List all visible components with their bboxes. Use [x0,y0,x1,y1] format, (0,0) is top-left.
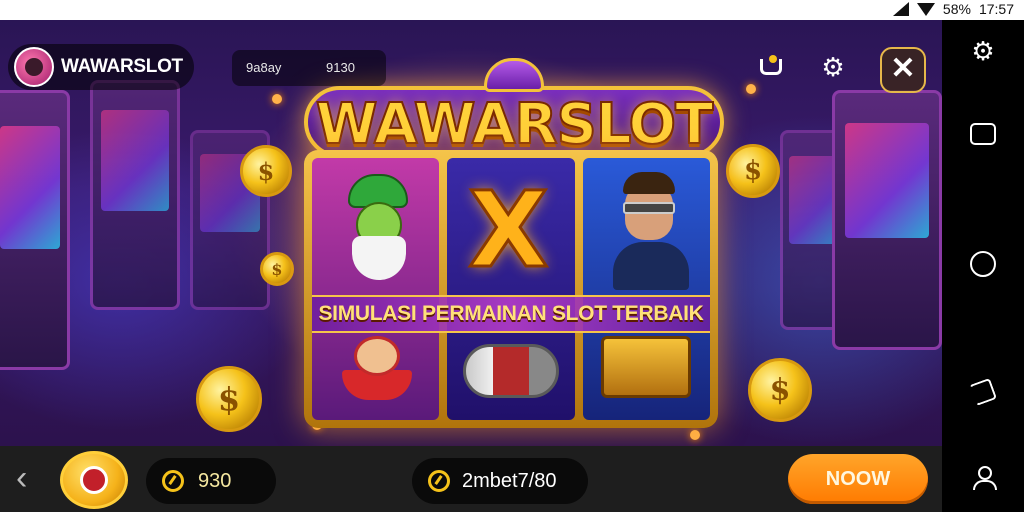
spark [690,430,700,440]
arcade-cabinet [90,80,180,310]
coin-icon: $ [260,252,294,286]
brand-logo-icon [14,47,54,87]
brand-name: WAWARSLOT [61,56,183,77]
logo-gem [484,58,544,92]
nav-account-button[interactable] [969,464,997,492]
elf-icon [342,174,414,284]
info-text-b: 9130 [326,60,355,75]
close-button[interactable]: ✕ [880,47,926,93]
status-bar: 58% 17:57 [0,0,1024,20]
arcade-cabinet [0,90,70,370]
wifi-icon [916,2,935,16]
brand-badge[interactable]: WAWARSLOT [8,44,194,90]
nav-rotate-button[interactable] [968,377,998,407]
logo-text: WAWARSLOT [315,91,715,158]
close-icon: ✕ [890,52,916,85]
clock: 17:57 [978,1,1014,17]
chest-icon [600,336,691,398]
game-logo: WAWARSLOT [304,58,724,160]
person-icon [973,466,997,490]
balance-value: 930 [198,469,232,492]
gauge-icon [428,470,450,492]
bottom-bar: ‹ 930 2mbet7/80 NOOW [0,446,942,512]
man-icon [612,172,689,290]
reel-3 [582,158,710,420]
coin-icon: $ [196,366,262,432]
promo-banner: SIMULASI PERMAINAN SLOT TERBAIK [312,295,710,333]
settings-button[interactable]: ⚙ [816,50,850,84]
gauge-icon [162,470,184,492]
signal-icon [892,2,909,16]
bet-value: 2mbet7/80 [462,469,557,492]
jester-icon [342,330,412,402]
bet-pill[interactable]: 2mbet7/80 [412,458,588,504]
nav-home-button[interactable] [969,250,997,278]
barrel-icon [463,344,560,398]
info-text-a: 9a8ay [246,60,282,75]
x-symbol-icon: X [467,169,550,291]
gear-icon: ⚙ [971,36,995,66]
game-canvas[interactable]: $ $ $ $ $ WAWARSLOT X SIMULASI PERMAINAN… [0,20,942,446]
arcade-cabinet [832,90,942,350]
coin-icon: $ [748,358,812,422]
coin-icon: $ [240,145,292,197]
info-pill: 9a8ay 9130 [232,50,386,86]
square-icon [970,123,996,145]
status-right: 58% 17:57 [892,1,1014,17]
gear-icon: ⚙ [821,52,845,82]
back-chevron-icon[interactable]: ‹ [16,461,46,495]
shop-button[interactable] [754,50,788,84]
player-avatar[interactable] [60,451,128,509]
reel-2: X [447,158,575,420]
spark [272,94,282,104]
nav-recents-button[interactable] [969,120,997,148]
now-button[interactable]: NOOW [788,454,928,504]
nav-settings-button[interactable]: ⚙ [969,37,997,65]
coin-icon: $ [726,144,780,198]
balance-pill[interactable]: 930 [146,458,276,504]
android-nav-rail: ⚙ [942,20,1024,512]
battery-percent: 58% [942,1,971,17]
rotate-icon [968,377,998,407]
spark [746,84,756,94]
avatar-icon [80,466,108,494]
cart-icon [760,55,782,75]
reel-grid: X [312,158,710,420]
reel-1 [312,158,440,420]
slot-reels[interactable]: X [304,150,718,428]
screen: 58% 17:57 $ $ $ $ $ WAWARSLOT X SIMULASI… [0,0,1024,512]
circle-icon [970,251,996,277]
